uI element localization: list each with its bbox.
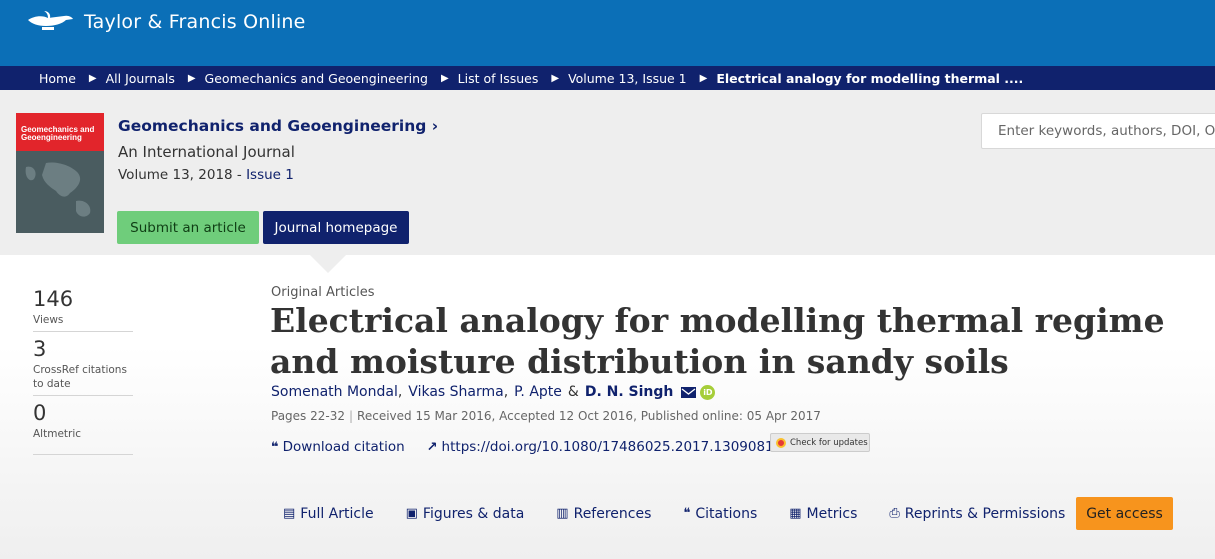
breadcrumb-list-of-issues[interactable]: List of Issues bbox=[458, 71, 539, 86]
article-title: Electrical analogy for modelling thermal… bbox=[270, 301, 1165, 381]
metric-altmetric-label: Altmetric bbox=[33, 428, 82, 440]
breadcrumb-current-article: Electrical analogy for modelling thermal… bbox=[716, 70, 1024, 86]
header-notch bbox=[310, 255, 346, 273]
journal-subtitle: An International Journal bbox=[118, 143, 295, 161]
site-logo[interactable]: Taylor & Francis Online bbox=[26, 10, 306, 34]
metric-altmetric[interactable]: 0 Altmetric bbox=[33, 401, 133, 455]
tab-figures-data[interactable]: ▣ Figures & data bbox=[406, 506, 525, 522]
publication-info: Pages 22-32 | Received 15 Mar 2016, Accept… bbox=[271, 409, 821, 423]
orcid-icon[interactable]: iD bbox=[700, 384, 716, 400]
book-icon: ▥ bbox=[556, 506, 569, 521]
print-icon: ⎙ bbox=[889, 506, 900, 521]
breadcrumb-home[interactable]: Home bbox=[39, 71, 76, 86]
author-link[interactable]: Somenath Mondal bbox=[271, 384, 398, 400]
author-link[interactable]: Vikas Sharma bbox=[408, 384, 503, 400]
doi-link[interactable]: ↗ https://doi.org/10.1080/17486025.2017.1… bbox=[427, 439, 774, 455]
lamp-icon bbox=[28, 11, 73, 30]
breadcrumb-arrow-icon: ▶ bbox=[88, 72, 97, 84]
search-input[interactable]: Enter keywords, authors, DOI, ORCID bbox=[981, 113, 1215, 149]
tab-metrics[interactable]: ▦ Metrics bbox=[789, 506, 857, 522]
bar-chart-icon: ▦ bbox=[789, 506, 802, 521]
breadcrumb-arrow-icon: ▶ bbox=[187, 72, 196, 84]
breadcrumb-issue[interactable]: Volume 13, Issue 1 bbox=[568, 71, 687, 86]
external-link-icon: ↗ bbox=[426, 439, 438, 455]
breadcrumb: Home ▶ All Journals ▶ Geomechanics and G… bbox=[0, 66, 1215, 90]
journal-volume: Volume 13, 2018 - Issue 1 bbox=[118, 167, 294, 183]
author-link[interactable]: D. N. Singh bbox=[585, 384, 674, 400]
tab-full-article[interactable]: ▤ Full Article bbox=[283, 506, 374, 522]
article-type: Original Articles bbox=[271, 285, 375, 300]
article-tabs: ▤ Full Article ▣ Figures & data ▥ Reference… bbox=[283, 497, 1097, 530]
publication-dates: Received 15 Mar 2016, Accepted 12 Oct 20… bbox=[357, 409, 821, 423]
breadcrumb-arrow-icon: ▶ bbox=[699, 72, 708, 84]
logo-text: Taylor & Francis Online bbox=[84, 11, 306, 33]
email-icon[interactable] bbox=[681, 386, 697, 398]
submit-article-button[interactable]: Submit an article bbox=[117, 211, 259, 244]
issue-link[interactable]: Issue 1 bbox=[246, 167, 294, 183]
tab-references[interactable]: ▥ References bbox=[556, 506, 651, 522]
author-ampersand: & bbox=[567, 384, 579, 400]
chevron-right-icon: › bbox=[431, 117, 439, 135]
metric-views: 146 Views bbox=[33, 287, 133, 332]
metric-crossref[interactable]: 3 CrossRef citations to date bbox=[33, 337, 133, 396]
tab-citations[interactable]: ❝ Citations bbox=[683, 506, 757, 522]
metric-altmetric-value: 0 bbox=[33, 401, 47, 425]
quote-icon: ❝ bbox=[271, 439, 279, 455]
metric-views-value: 146 bbox=[33, 287, 74, 311]
download-citation-link[interactable]: ❝ Download citation bbox=[271, 439, 405, 455]
document-icon: ▤ bbox=[283, 506, 296, 521]
check-for-updates-button[interactable]: Check for updates bbox=[770, 433, 870, 452]
cover-map-graphic bbox=[25, 162, 91, 217]
pages: Pages 22-32 bbox=[271, 409, 345, 423]
get-access-button[interactable]: Get access bbox=[1076, 497, 1173, 530]
breadcrumb-all-journals[interactable]: All Journals bbox=[106, 71, 175, 86]
metric-crossref-label: CrossRef citations to date bbox=[33, 364, 127, 390]
metric-views-label: Views bbox=[33, 314, 64, 326]
journal-title-link[interactable]: Geomechanics and Geoengineering › bbox=[118, 117, 438, 135]
cover-title: Geomechanics and Geoengineering bbox=[21, 125, 95, 142]
top-bar: Taylor & Francis Online bbox=[0, 0, 1215, 66]
article-links: ❝ Download citation ↗ https://doi.org/10.1… bbox=[271, 439, 774, 455]
breadcrumb-journal[interactable]: Geomechanics and Geoengineering bbox=[205, 71, 428, 86]
tab-reprints-permissions[interactable]: ⎙ Reprints & Permissions bbox=[889, 506, 1065, 522]
image-icon: ▣ bbox=[405, 506, 418, 521]
quote-icon: ❝ bbox=[683, 506, 691, 521]
journal-cover-image[interactable]: Geomechanics and Geoengineering bbox=[16, 113, 104, 233]
metric-crossref-value: 3 bbox=[33, 337, 47, 361]
journal-homepage-button[interactable]: Journal homepage bbox=[263, 211, 409, 244]
author-list: Somenath Mondal, Vikas Sharma, P. Apte &… bbox=[271, 384, 716, 400]
journal-header: Geomechanics and Geoengineering Geomecha… bbox=[0, 90, 1215, 255]
breadcrumb-arrow-icon: ▶ bbox=[551, 72, 560, 84]
author-link[interactable]: P. Apte bbox=[514, 384, 562, 400]
crossmark-icon bbox=[776, 437, 786, 448]
breadcrumb-arrow-icon: ▶ bbox=[440, 72, 449, 84]
